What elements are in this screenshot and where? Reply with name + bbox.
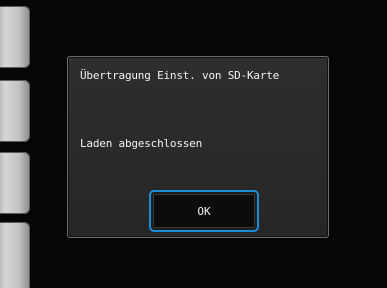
ok-button[interactable]: OK: [149, 190, 259, 232]
device-screen: Übertragung Einst. von SD-Karte Laden ab…: [0, 0, 387, 288]
side-softkey-2[interactable]: [0, 80, 30, 142]
dialog-message: Laden abgeschlossen: [80, 137, 203, 150]
ok-button-label: OK: [197, 204, 211, 218]
message-dialog: Übertragung Einst. von SD-Karte Laden ab…: [67, 56, 329, 238]
side-softkey-4[interactable]: [0, 222, 30, 288]
dialog-title: Übertragung Einst. von SD-Karte: [80, 69, 280, 82]
side-softkey-3[interactable]: [0, 152, 30, 214]
side-softkey-1[interactable]: [0, 6, 30, 68]
